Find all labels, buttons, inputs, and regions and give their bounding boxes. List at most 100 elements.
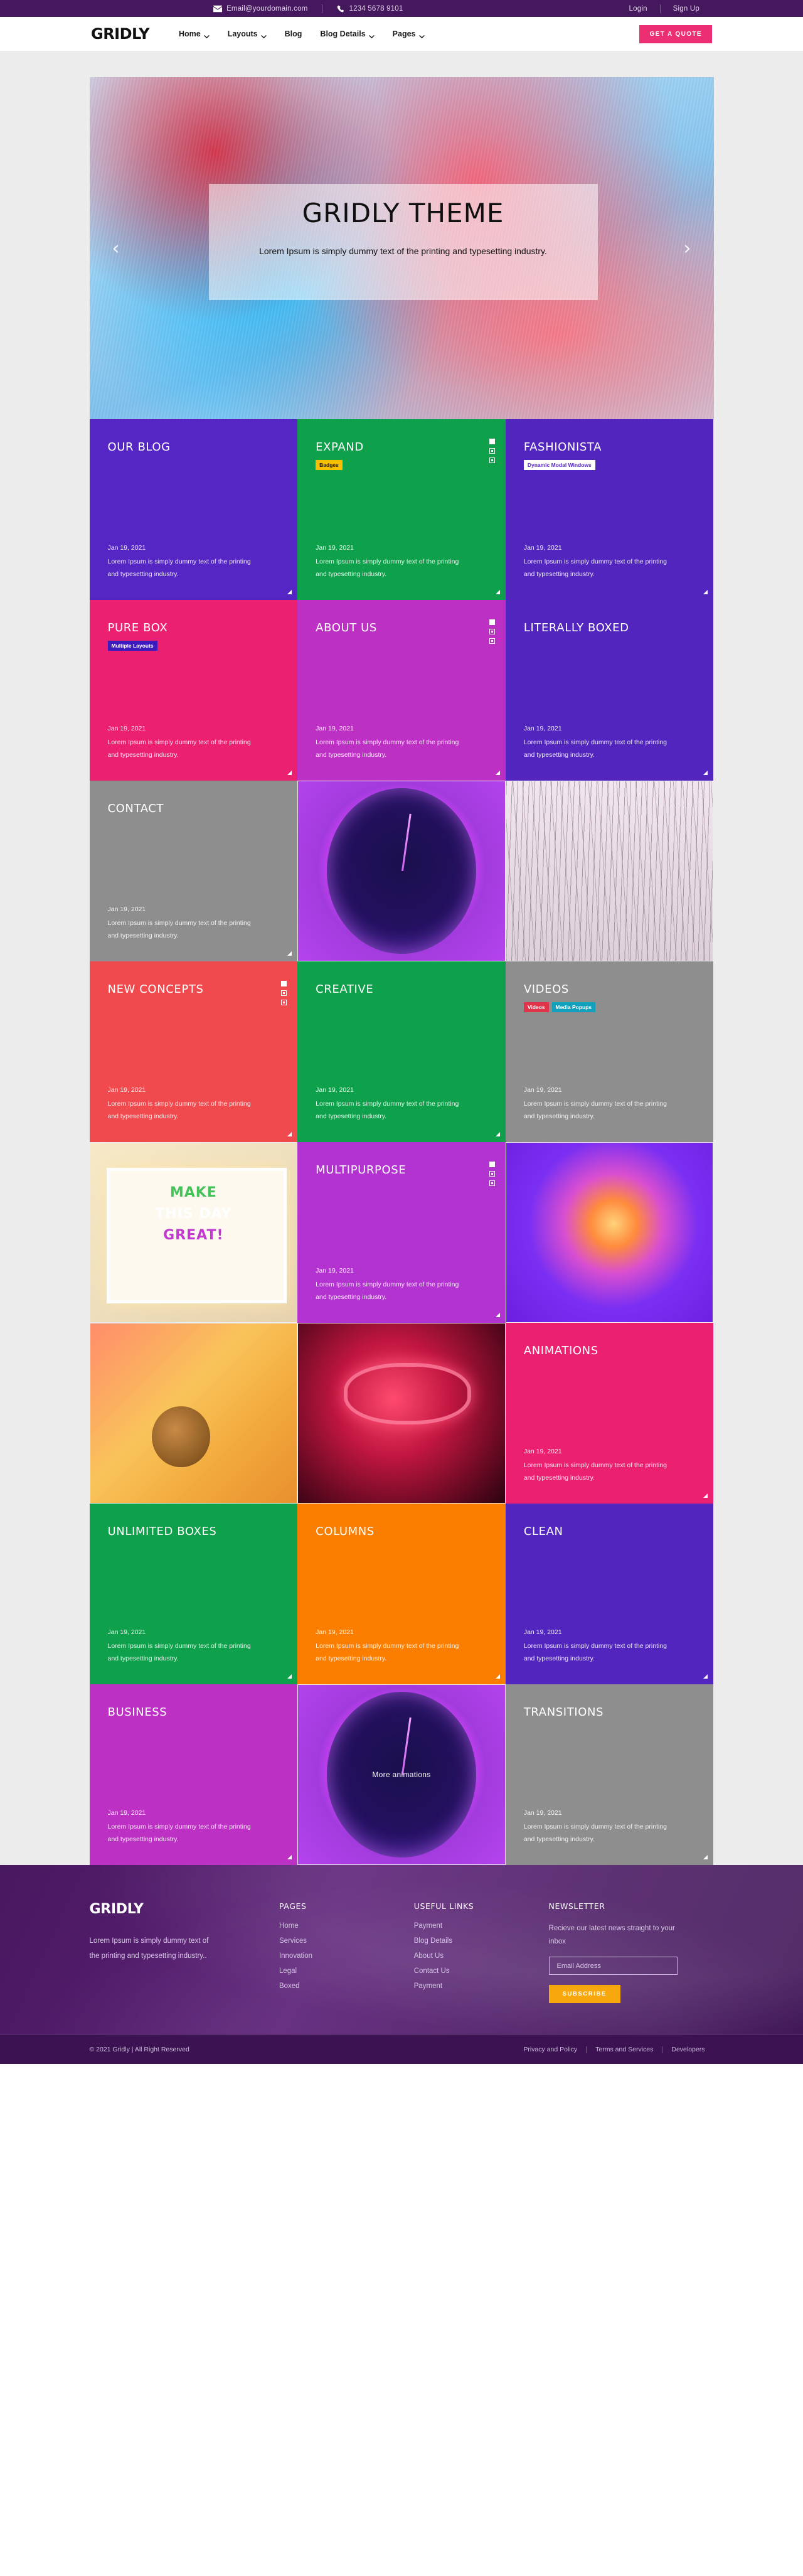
footer-useful-link[interactable]: Contact Us	[414, 1967, 536, 1975]
square-icon	[489, 439, 495, 444]
nav-item-blog-details[interactable]: Blog Details	[320, 29, 375, 39]
footer-newsletter-text: Recieve our latest news straight to your…	[548, 1925, 675, 1945]
tile-title: VIDEOS	[523, 983, 569, 996]
grid-tile[interactable]: MULTIPURPOSE Jan 19, 2021 Lorem Ipsum is s…	[297, 1142, 506, 1323]
square-outline-icon	[489, 1180, 495, 1186]
tile-badge-group: Multiple Layouts	[107, 641, 280, 651]
tile-description: Lorem Ipsum is simply dummy text of the …	[316, 1281, 459, 1301]
nav-item-pages[interactable]: Pages	[392, 29, 425, 39]
grid-tile[interactable]: PURE BOX Multiple Layouts Jan 19, 2021 Lore…	[89, 600, 298, 781]
topbar-account: Login Sign Up	[617, 4, 712, 13]
footer-bottom-links: Privacy and Policy Terms and Services Deve…	[514, 2046, 713, 2053]
get-a-quote-button[interactable]: GET A QUOTE	[639, 24, 712, 43]
grid-tile[interactable]: VIDEOS Videos Media Popups Jan 19, 2021 Lore…	[505, 961, 714, 1142]
tile-description: Lorem Ipsum is simply dummy text of the …	[316, 1100, 459, 1120]
grid-tile[interactable]: More animations	[297, 1684, 506, 1865]
square-icon	[281, 981, 287, 986]
nav-item-label: Pages	[392, 29, 416, 38]
grid-tile[interactable]: COLUMNS Jan 19, 2021 Lorem Ipsum is simply…	[297, 1504, 506, 1684]
newsletter-email-input[interactable]	[548, 1957, 678, 1975]
footer-newsletter-heading: NEWSLETTER	[548, 1901, 605, 1911]
hero-content: GRIDLY THEME Lorem Ipsum is simply dummy…	[209, 184, 598, 260]
tile-badge-group: Dynamic Modal Windows	[523, 460, 696, 471]
grid-tile[interactable]: EXPAND Badges Jan 19, 2021 Lorem Ipsum is s…	[297, 419, 506, 600]
tile-icon-stack[interactable]	[489, 1162, 495, 1186]
footer-about-text: Lorem Ipsum is simply dummy text of the …	[89, 1937, 209, 1960]
corner-triangle-icon	[495, 1313, 500, 1317]
nav-item-home[interactable]: Home	[179, 29, 210, 39]
tile-date: Jan 19, 2021	[316, 1267, 354, 1275]
grid-tile[interactable]: UNLIMITED BOXES Jan 19, 2021 Lorem Ipsum i…	[89, 1504, 298, 1684]
grid-tile[interactable]: CREATIVE Jan 19, 2021 Lorem Ipsum is simpl…	[297, 961, 506, 1142]
tile-title: ANIMATIONS	[523, 1344, 598, 1357]
tile-title: EXPAND	[316, 441, 364, 454]
subscribe-button[interactable]: SUBSCRIBE	[548, 1985, 620, 2004]
topbar-email[interactable]: Email@yourdomain.com	[199, 5, 321, 13]
footer-page-link[interactable]: Legal	[279, 1967, 402, 1975]
grid-tile[interactable]: CONTACT Jan 19, 2021 Lorem Ipsum is simply…	[89, 781, 298, 961]
footer-page-link[interactable]: Services	[279, 1937, 402, 1945]
footer-bottom-link[interactable]: Developers	[662, 2046, 713, 2053]
tile-icon-stack[interactable]	[281, 981, 287, 1005]
login-link[interactable]: Login	[617, 5, 660, 13]
footer-logo[interactable]: GRIDLY	[90, 1901, 267, 1917]
grid-tile[interactable]: FASHIONISTA Dynamic Modal Windows Jan 19, …	[505, 419, 714, 600]
footer-bottom-link[interactable]: Privacy and Policy	[514, 2046, 586, 2053]
footer-bottom-bar: © 2021 Gridly | All Right Reserved Priva…	[0, 2034, 803, 2065]
tile-date: Jan 19, 2021	[523, 1086, 562, 1094]
grid-tile[interactable]: ABOUT US Jan 19, 2021 Lorem Ipsum is simpl…	[297, 600, 506, 781]
grid-tile[interactable]: LITERALLY BOXED Jan 19, 2021 Lorem Ipsum i…	[505, 600, 714, 781]
grid-tile[interactable]: TRANSITIONS Jan 19, 2021 Lorem Ipsum is si…	[505, 1684, 714, 1865]
tile-icon-stack[interactable]	[489, 619, 495, 644]
topbar-phone[interactable]: 1234 5678 9101	[322, 5, 417, 13]
tile-icon-stack[interactable]	[489, 439, 495, 463]
square-icon	[489, 1162, 495, 1167]
grid-tile[interactable]: CLEAN Jan 19, 2021 Lorem Ipsum is simply d…	[505, 1504, 714, 1684]
tile-date: Jan 19, 2021	[316, 1086, 354, 1094]
footer-useful-link[interactable]: About Us	[414, 1952, 536, 1960]
grid-tile[interactable]: OUR BLOG Jan 19, 2021 Lorem Ipsum is simpl…	[89, 419, 298, 600]
hero-next-arrow[interactable]: ›	[684, 237, 691, 259]
grid-tile[interactable]	[506, 1142, 714, 1323]
footer-page-link[interactable]: Boxed	[279, 1982, 402, 1990]
nav-item-blog[interactable]: Blog	[285, 29, 302, 38]
envelope-icon	[213, 5, 223, 12]
footer-useful-link[interactable]: Payment	[414, 1922, 536, 1930]
tile-footer: Jan 19, 2021 Lorem Ipsum is simply dummy …	[316, 1267, 487, 1303]
tile-badge-group: Badges	[316, 460, 487, 471]
signup-link[interactable]: Sign Up	[661, 5, 712, 13]
tile-description: Lorem Ipsum is simply dummy text of the …	[523, 1462, 667, 1482]
tile-photo	[298, 1323, 505, 1503]
main-nav: Home Layouts Blog Blog Details Pages	[179, 29, 425, 39]
logo[interactable]: GRIDLY	[91, 25, 149, 43]
grid-tile[interactable]: MAKE THIS DAY GREAT!	[90, 1142, 298, 1323]
tile-date: Jan 19, 2021	[107, 725, 146, 733]
tile-description: Lorem Ipsum is simply dummy text of the …	[523, 739, 667, 759]
footer-bottom-link[interactable]: Terms and Services	[587, 2046, 662, 2053]
grid-tile[interactable]	[297, 781, 506, 961]
grid-tile[interactable]	[297, 1323, 506, 1504]
tile-title: CONTACT	[107, 802, 164, 815]
tile-badge: Badges	[316, 460, 343, 471]
grid-tile[interactable]: NEW CONCEPTS Jan 19, 2021 Lorem Ipsum is s…	[89, 961, 298, 1142]
phone-icon	[337, 4, 344, 12]
footer-useful-link[interactable]: Blog Details	[414, 1937, 536, 1945]
nav-item-layouts[interactable]: Layouts	[228, 29, 267, 39]
tile-title: ABOUT US	[316, 621, 377, 634]
footer-page-link[interactable]: Home	[279, 1922, 402, 1930]
grid-tile[interactable]: BUSINESS Jan 19, 2021 Lorem Ipsum is simpl…	[89, 1684, 298, 1865]
footer-page-link[interactable]: Innovation	[279, 1952, 402, 1960]
lightbox-text: MAKE THIS DAY GREAT!	[115, 1182, 272, 1246]
chevron-down-icon	[261, 32, 267, 39]
hero-slider: GRIDLY THEME Lorem Ipsum is simply dummy…	[89, 77, 714, 419]
footer-useful-link[interactable]: Payment	[414, 1982, 536, 1990]
grid-tile[interactable]	[90, 1323, 298, 1504]
tile-description: Lorem Ipsum is simply dummy text of the …	[523, 1823, 667, 1843]
footer-useful-col: USEFUL LINKS Payment Blog Details About Us…	[414, 1901, 536, 2003]
grid-tile[interactable]	[506, 781, 714, 961]
tile-title: NEW CONCEPTS	[107, 983, 204, 996]
grid-tile[interactable]: ANIMATIONS Jan 19, 2021 Lorem Ipsum is sim…	[505, 1323, 714, 1504]
hero-prev-arrow[interactable]: ‹	[112, 237, 120, 259]
tile-footer: Jan 19, 2021 Lorem Ipsum is simply dummy …	[524, 725, 696, 761]
tile-title: CREATIVE	[316, 983, 374, 996]
